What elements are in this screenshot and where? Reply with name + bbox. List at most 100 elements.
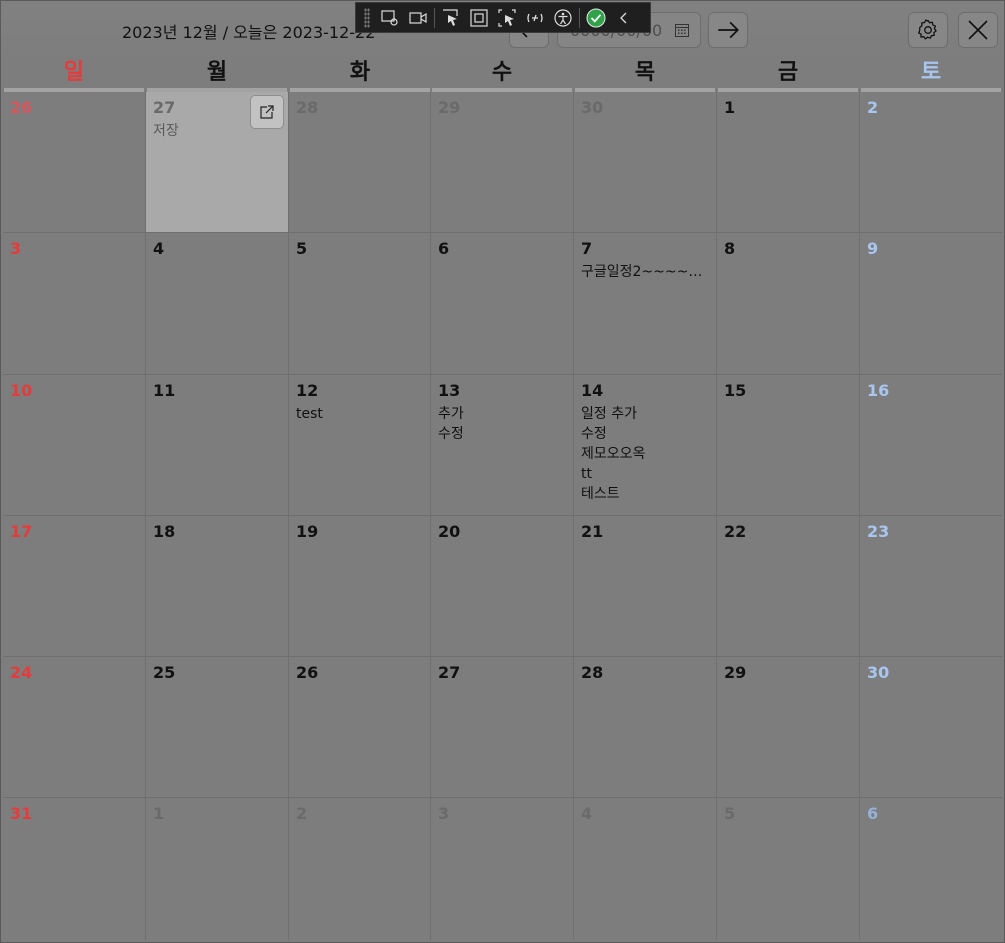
day-number: 6 bbox=[867, 804, 879, 823]
accessibility-icon[interactable] bbox=[549, 4, 577, 32]
event-item[interactable]: 일정 추가 bbox=[581, 404, 713, 424]
weekday-label: 월 bbox=[206, 60, 228, 85]
event-item[interactable]: tt bbox=[581, 464, 713, 484]
day-number: 31 bbox=[10, 804, 33, 823]
day-cell[interactable]: 2 bbox=[860, 92, 1002, 233]
day-cell[interactable]: 17 bbox=[3, 516, 145, 657]
check-ok-icon[interactable] bbox=[582, 4, 610, 32]
day-number: 1 bbox=[724, 98, 736, 117]
day-cell[interactable]: 20 bbox=[431, 516, 573, 657]
day-number: 10 bbox=[10, 381, 33, 400]
calendar-icon[interactable] bbox=[674, 22, 690, 38]
day-cell[interactable]: 28 bbox=[289, 92, 431, 233]
day-number: 19 bbox=[296, 522, 319, 541]
day-cell[interactable]: 19 bbox=[289, 516, 431, 657]
grid-line bbox=[3, 515, 1002, 516]
day-cell[interactable]: 3 bbox=[3, 233, 145, 374]
day-cell[interactable]: 3 bbox=[431, 798, 573, 940]
day-cell[interactable]: 13 추가 수정 bbox=[431, 375, 573, 516]
day-number: 20 bbox=[438, 522, 461, 541]
day-cell[interactable]: 18 bbox=[146, 516, 288, 657]
gear-icon bbox=[918, 19, 937, 40]
day-cell[interactable]: 1 bbox=[717, 92, 859, 233]
day-cell[interactable]: 22 bbox=[717, 516, 859, 657]
weekday-label: 일 bbox=[63, 60, 85, 85]
record-video-icon[interactable] bbox=[404, 4, 432, 32]
track-focus-icon[interactable] bbox=[493, 4, 521, 32]
day-cell[interactable]: 6 bbox=[860, 798, 1002, 940]
day-cell[interactable]: 16 bbox=[860, 375, 1002, 516]
day-number: 12 bbox=[296, 381, 319, 400]
day-number: 21 bbox=[581, 522, 604, 541]
day-cell[interactable]: 12 test bbox=[289, 375, 431, 516]
day-cell[interactable]: 9 bbox=[860, 233, 1002, 374]
day-cell[interactable]: 1 bbox=[146, 798, 288, 940]
day-number: 28 bbox=[296, 98, 319, 117]
day-cell[interactable]: 5 bbox=[289, 233, 431, 374]
event-item[interactable]: 제모오오옥 bbox=[581, 444, 713, 464]
day-cell[interactable]: 4 bbox=[574, 798, 716, 940]
day-cell[interactable]: 29 bbox=[717, 657, 859, 798]
live-tree-icon[interactable] bbox=[376, 4, 404, 32]
event-item[interactable]: test bbox=[296, 404, 428, 424]
select-element-icon[interactable] bbox=[437, 4, 465, 32]
toolbar-separator bbox=[434, 7, 435, 28]
event-item[interactable]: 수정 bbox=[438, 424, 570, 444]
day-cell[interactable]: 26 bbox=[3, 92, 145, 233]
close-button[interactable] bbox=[958, 12, 998, 48]
day-number: 26 bbox=[296, 663, 319, 682]
day-cell[interactable]: 8 bbox=[717, 233, 859, 374]
day-number: 3 bbox=[438, 804, 450, 823]
day-cell[interactable]: 4 bbox=[146, 233, 288, 374]
grid-line bbox=[573, 92, 574, 940]
day-cell[interactable]: 10 bbox=[3, 375, 145, 516]
day-cell[interactable]: 30 bbox=[574, 92, 716, 233]
event-item[interactable]: 구글일정2~~~~~~~~ bbox=[581, 262, 713, 282]
event-item[interactable]: 추가 bbox=[438, 404, 570, 424]
day-number: 29 bbox=[724, 663, 747, 682]
open-day-button[interactable] bbox=[250, 95, 284, 129]
day-cell[interactable]: 21 bbox=[574, 516, 716, 657]
day-cell[interactable]: 25 bbox=[146, 657, 288, 798]
settings-button[interactable] bbox=[908, 12, 948, 48]
event-item[interactable]: 수정 bbox=[581, 424, 713, 444]
day-cell[interactable]: 5 bbox=[717, 798, 859, 940]
day-cell[interactable]: 27 bbox=[431, 657, 573, 798]
day-cell[interactable]: 28 bbox=[574, 657, 716, 798]
day-cell[interactable]: 26 bbox=[289, 657, 431, 798]
weekday-label: 목 bbox=[634, 60, 656, 85]
hot-reload-icon[interactable] bbox=[521, 4, 549, 32]
event-list: test bbox=[296, 404, 428, 424]
day-number: 9 bbox=[867, 239, 879, 258]
day-cell[interactable]: 31 bbox=[3, 798, 145, 940]
day-cell[interactable]: 30 bbox=[860, 657, 1002, 798]
day-cell[interactable]: 14 일정 추가 수정 제모오오옥 tt 테스트 bbox=[574, 375, 716, 516]
day-cell[interactable]: 15 bbox=[717, 375, 859, 516]
day-number: 1 bbox=[153, 804, 165, 823]
day-number: 5 bbox=[296, 239, 308, 258]
day-cell[interactable]: 23 bbox=[860, 516, 1002, 657]
open-external-icon bbox=[260, 105, 274, 119]
day-number: 30 bbox=[867, 663, 890, 682]
day-cell[interactable]: 2 bbox=[289, 798, 431, 940]
collapse-toolbar-icon[interactable] bbox=[610, 4, 638, 32]
day-number: 3 bbox=[10, 239, 22, 258]
day-number: 2 bbox=[867, 98, 879, 117]
next-month-button[interactable] bbox=[708, 12, 748, 48]
day-number: 14 bbox=[581, 381, 604, 400]
day-cell[interactable]: 11 bbox=[146, 375, 288, 516]
day-cell[interactable]: 7 구글일정2~~~~~~~~ bbox=[574, 233, 716, 374]
day-number: 29 bbox=[438, 98, 461, 117]
day-number: 22 bbox=[724, 522, 747, 541]
day-number: 2 bbox=[296, 804, 308, 823]
grid-line bbox=[145, 92, 146, 940]
day-cell[interactable]: 29 bbox=[431, 92, 573, 233]
calendar-window: 2023년 12월 / 오늘은 2023-12-22 0000/00/00 bbox=[0, 0, 1005, 943]
toolbar-grip[interactable] bbox=[364, 7, 370, 28]
day-cell[interactable]: 27 저장 bbox=[146, 92, 288, 233]
weekday-label: 토 bbox=[920, 60, 942, 85]
event-item[interactable]: 테스트 bbox=[581, 484, 713, 504]
day-cell[interactable]: 24 bbox=[3, 657, 145, 798]
display-layout-icon[interactable] bbox=[465, 4, 493, 32]
day-cell[interactable]: 6 bbox=[431, 233, 573, 374]
